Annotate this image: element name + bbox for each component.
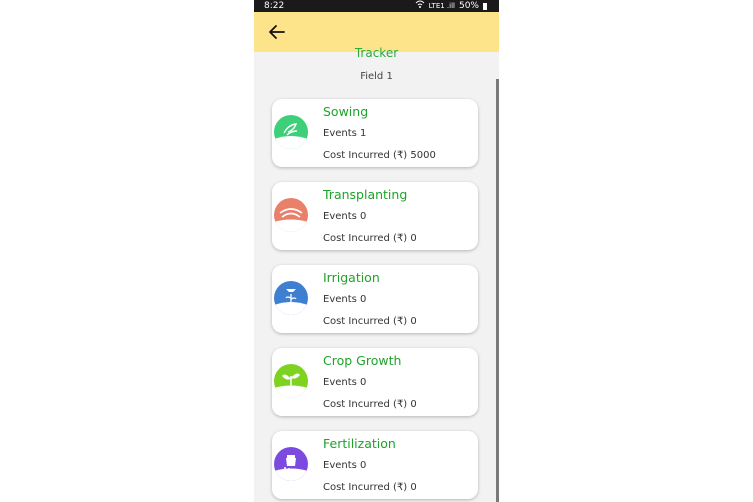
activity-cost: Cost Incurred (₹) 0	[323, 233, 417, 244]
wifi-icon	[415, 0, 425, 12]
activity-card-crop-growth[interactable]: Crop Growth Events 0 Cost Incurred (₹) 0	[272, 348, 478, 416]
activity-title: Fertilization	[323, 436, 396, 451]
signal-icon: LTE1 .ill	[428, 2, 455, 10]
activity-cost: Cost Incurred (₹) 5000	[323, 150, 436, 161]
status-icons: LTE1 .ill 50%	[415, 0, 487, 12]
activity-events: Events 0	[323, 460, 367, 471]
status-time: 8:22	[264, 1, 285, 11]
activity-events: Events 0	[323, 294, 367, 305]
activity-cost: Cost Incurred (₹) 0	[323, 316, 417, 327]
sowing-icon	[274, 115, 308, 149]
activity-card-fertilization[interactable]: Fertilization Events 0 Cost Incurred (₹)…	[272, 431, 478, 499]
activity-cost: Cost Incurred (₹) 0	[323, 482, 417, 493]
page-title: Tracker	[354, 46, 399, 60]
status-bar: 8:22 LTE1 .ill 50%	[254, 0, 499, 12]
activity-events: Events 0	[323, 377, 367, 388]
activity-title: Irrigation	[323, 270, 380, 285]
phone-screen: 8:22 LTE1 .ill 50% Tracker Field 1 Sowin…	[254, 0, 499, 502]
activity-title: Transplanting	[323, 187, 408, 202]
activity-card-sowing[interactable]: Sowing Events 1 Cost Incurred (₹) 5000	[272, 99, 478, 167]
activity-card-irrigation[interactable]: Irrigation Events 0 Cost Incurred (₹) 0	[272, 265, 478, 333]
field-label: Field 1	[360, 71, 393, 82]
arrow-left-icon	[269, 25, 285, 39]
activity-events: Events 1	[323, 128, 367, 139]
back-button[interactable]	[268, 23, 286, 41]
battery-level: 50%	[458, 1, 479, 11]
crop-growth-icon	[274, 364, 308, 398]
scrollbar[interactable]	[496, 79, 499, 502]
activity-card-transplanting[interactable]: Transplanting Events 0 Cost Incurred (₹)…	[272, 182, 478, 250]
irrigation-icon	[274, 281, 308, 315]
fertilization-icon	[274, 447, 308, 481]
activity-title: Sowing	[323, 104, 369, 119]
activity-cost: Cost Incurred (₹) 0	[323, 399, 417, 410]
transplanting-icon	[274, 198, 308, 232]
battery-icon	[483, 2, 487, 10]
activity-title: Crop Growth	[323, 353, 402, 368]
activity-events: Events 0	[323, 211, 367, 222]
content-scroll[interactable]: Tracker Field 1 Sowing Events 1 Cost Inc…	[254, 46, 499, 502]
